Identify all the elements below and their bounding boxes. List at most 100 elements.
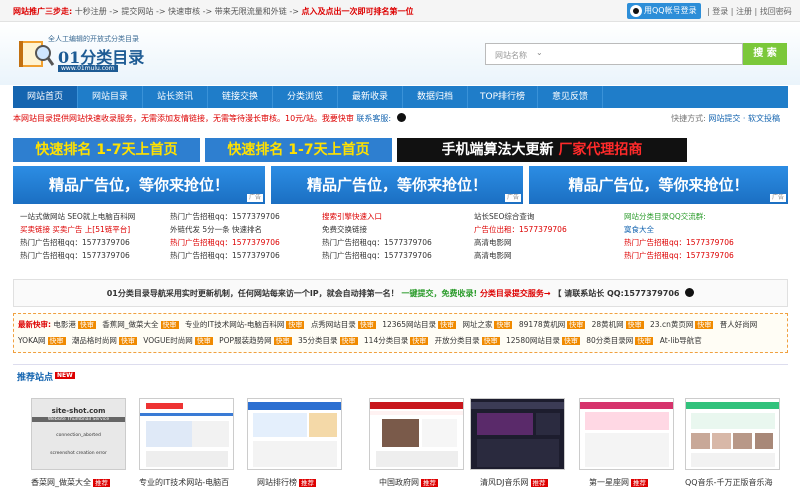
search-input[interactable]: 网站名称 ⌄ [485, 43, 743, 65]
nav-categories[interactable]: 分类浏览 [273, 86, 338, 108]
site-thumbnail[interactable] [139, 398, 234, 470]
contact-support-link[interactable]: 联系客服: [356, 114, 391, 123]
list-item[interactable]: 23.cn黄页网 快审 [650, 320, 714, 329]
text-link[interactable]: 热门广告招租qq：1577379706 [20, 249, 170, 262]
site-thumbnail[interactable]: site-shot.com Website Thumbnail Service … [31, 398, 126, 470]
text-link[interactable]: 寞食大全 [624, 223, 774, 236]
qq-penguin-icon[interactable] [396, 113, 406, 122]
text-link[interactable]: 热门广告招租qq：1577379706 [170, 210, 320, 223]
text-link-grid: 一站式做网站 SEO就上电脑百科网 买卖链接 买卖广告 上[51链平台] 热门广… [0, 210, 800, 270]
banner-algorithm-text: 手机端算法大更新 [441, 142, 554, 158]
site-thumbnail[interactable] [470, 398, 565, 470]
text-link[interactable]: 站长SEO综合查询 [474, 210, 624, 223]
recommended-sites: 推荐站点 NEW site-shot.com Website Thumbnail … [13, 364, 788, 500]
nav-archive[interactable]: 数据归档 [403, 86, 468, 108]
site-name[interactable]: 香菜网_做菜大全 推荐 [31, 477, 146, 488]
text-link[interactable]: 一站式做网站 SEO就上电脑百科网 [20, 210, 170, 223]
chevron-down-icon[interactable]: ⌄ [536, 48, 543, 57]
site-header: 全人工编辑的开放式分类目录 01分类目录 www.01mulu.com 网站名称… [0, 23, 800, 85]
qq-penguin-icon[interactable] [685, 288, 695, 297]
list-item[interactable]: 潮品格时尚网 快审 [72, 336, 137, 345]
ad-slot-2[interactable]: 精品广告位，等你来抢位！ 广告 [271, 166, 523, 204]
text-link[interactable]: 广告位出租：1577379706 [474, 223, 624, 236]
nav-top-ranking[interactable]: TOP排行榜 [468, 86, 538, 108]
banner-fast-ranking-1[interactable]: 快速排名 1-7天上首页 [13, 138, 200, 162]
site-name[interactable]: 中国政府网 推荐 [379, 477, 494, 488]
nav-directory[interactable]: 网站目录 [78, 86, 143, 108]
one-click-submit-link[interactable]: 一键提交，免费收录! [401, 289, 477, 298]
list-item[interactable]: At-lib导航官 [660, 336, 702, 345]
text-link[interactable]: 热门广告招租qq：1577379706 [170, 249, 320, 262]
nav-news[interactable]: 站长资讯 [143, 86, 208, 108]
submit-service-link[interactable]: 分类目录提交服务→ [480, 289, 551, 298]
ad-slot-3[interactable]: 精品广告位，等你来抢位！ 广告 [529, 166, 788, 204]
search-button[interactable]: 搜 索 [743, 43, 787, 65]
ad-tag: 广告 [246, 194, 263, 202]
list-item[interactable]: 80分类目录网 快审 [586, 336, 654, 345]
list-item[interactable]: VOGUE时尚网 快审 [143, 336, 213, 345]
site-thumbnail[interactable] [247, 398, 342, 470]
account-links[interactable]: | 登录 | 注册 | 找回密码 [707, 6, 792, 17]
list-item[interactable]: 点秀网站目录 快审 [311, 320, 376, 329]
notice-text: 本网站目录提供网站快速收录服务，无需添加友情链接，无需等待漫长审核。10元/站。… [13, 114, 354, 123]
text-link[interactable]: 高清电影网 [474, 236, 624, 249]
qq-penguin-icon [630, 5, 642, 17]
site-name[interactable]: 专业的IT技术网站-电脑百 [139, 477, 254, 488]
link-column-1: 一站式做网站 SEO就上电脑百科网 买卖链接 买卖广告 上[51链平台] 热门广… [20, 210, 170, 262]
list-item[interactable]: POP服装趋势网 快审 [219, 336, 292, 345]
top-bar: 网站推广三步走: 十秒注册 -> 提交网站 -> 快速审核 -> 带来无限流量和… [0, 0, 800, 22]
site-thumbnail[interactable] [685, 398, 780, 470]
banner-algorithm-update[interactable]: 手机端算法大更新 厂家代理招商 [397, 138, 687, 162]
list-item[interactable]: 12365网站目录 快审 [382, 320, 457, 329]
text-link[interactable]: 高清电影网 [474, 249, 624, 262]
link-column-3: 搜索引擎快速入口 免费交换链接 热门广告招租qq：1577379706 热门广告… [322, 210, 472, 262]
site-name[interactable]: 网站排行榜 推荐 [257, 477, 372, 488]
text-link[interactable]: 免费交换链接 [322, 223, 472, 236]
site-name[interactable]: 清风DJ音乐网 推荐 [480, 477, 595, 488]
shortcut-submit-link[interactable]: 网站提交 · 软文投稿 [708, 114, 780, 123]
ad-slot-1[interactable]: 精品广告位，等你来抢位！ 广告 [13, 166, 265, 204]
list-item[interactable]: YOKA网 快审 [18, 336, 66, 345]
qq-login-button[interactable]: 用QQ帐号登录 [627, 3, 701, 19]
strip-text: 01分类目录导航采用实时更新机制，任何网站每来访一个IP，就会自动排第一名！ [106, 289, 399, 298]
latest-quick-review: 最新快审: 电影港 快审 香蕉网_做菜大全 快审 专业的IT技术网站-电脑百科网 快审… [13, 313, 788, 353]
list-item[interactable]: 网址之家 快审 [462, 320, 513, 329]
list-item[interactable]: 12580网站目录 快审 [506, 336, 580, 345]
text-link[interactable]: 热门广告招租qq：1577379706 [624, 236, 774, 249]
list-item[interactable]: 专业的IT技术网站-电脑百科网 快审 [185, 320, 305, 329]
nav-link-exchange[interactable]: 链接交换 [208, 86, 273, 108]
section-title: 推荐站点 NEW [17, 372, 75, 383]
notice-bar: 本网站目录提供网站快速收录服务，无需添加友情链接，无需等待漫长审核。10元/站。… [13, 113, 788, 127]
list-item[interactable]: 香蕉网_做菜大全 快审 [102, 320, 179, 329]
text-link[interactable]: 热门广告招租qq：1577379706 [170, 236, 320, 249]
list-item[interactable]: 89178黄机网 快审 [519, 320, 586, 329]
strip-contact: 【 请联系站长 QQ:1577379706 [553, 289, 680, 298]
text-link[interactable]: 热门广告招租qq：1577379706 [322, 249, 472, 262]
text-link[interactable]: 外链代发 5分一条 快速排名 [170, 223, 320, 236]
list-item[interactable]: 28黄机网 快审 [592, 320, 644, 329]
text-link[interactable]: 买卖链接 买卖广告 上[51链平台] [20, 223, 170, 236]
text-link[interactable]: 热门广告招租qq：1577379706 [624, 249, 774, 262]
link-column-5: 网站分类目录QQ交流群: 寞食大全 热门广告招租qq：1577379706 热门… [624, 210, 774, 262]
site-thumbnail[interactable] [579, 398, 674, 470]
text-link[interactable]: 网站分类目录QQ交流群: [624, 210, 774, 223]
text-link[interactable]: 热门广告招租qq：1577379706 [322, 236, 472, 249]
text-link[interactable]: 热门广告招租qq：1577379706 [20, 236, 170, 249]
nav-home[interactable]: 网站首页 [13, 86, 78, 108]
latest-label: 最新快审: [18, 320, 51, 329]
list-item[interactable]: 开放分类目录 快审 [435, 336, 500, 345]
site-thumbnail[interactable] [369, 398, 464, 470]
new-badge: NEW [55, 372, 75, 379]
banner-agent-text: 厂家代理招商 [558, 142, 643, 158]
nav-feedback[interactable]: 意见反馈 [538, 86, 603, 108]
ad-slot-text: 精品广告位，等你来抢位！ [48, 176, 229, 194]
list-item[interactable]: 35分类目录 快审 [298, 336, 358, 345]
list-item[interactable]: 114分类目录 快审 [364, 336, 429, 345]
site-name[interactable]: QQ音乐-千万正版音乐海 [685, 477, 788, 488]
nav-latest[interactable]: 最新收录 [338, 86, 403, 108]
list-item[interactable]: 电影港 快审 [53, 320, 96, 329]
auto-ranking-strip: 01分类目录导航采用实时更新机制，任何网站每来访一个IP，就会自动排第一名！ 一… [13, 279, 788, 307]
text-link[interactable]: 搜索引擎快速入口 [322, 210, 472, 223]
list-item[interactable]: 晋人好尚网 [720, 320, 758, 329]
banner-fast-ranking-2[interactable]: 快速排名 1-7天上首页 [205, 138, 392, 162]
